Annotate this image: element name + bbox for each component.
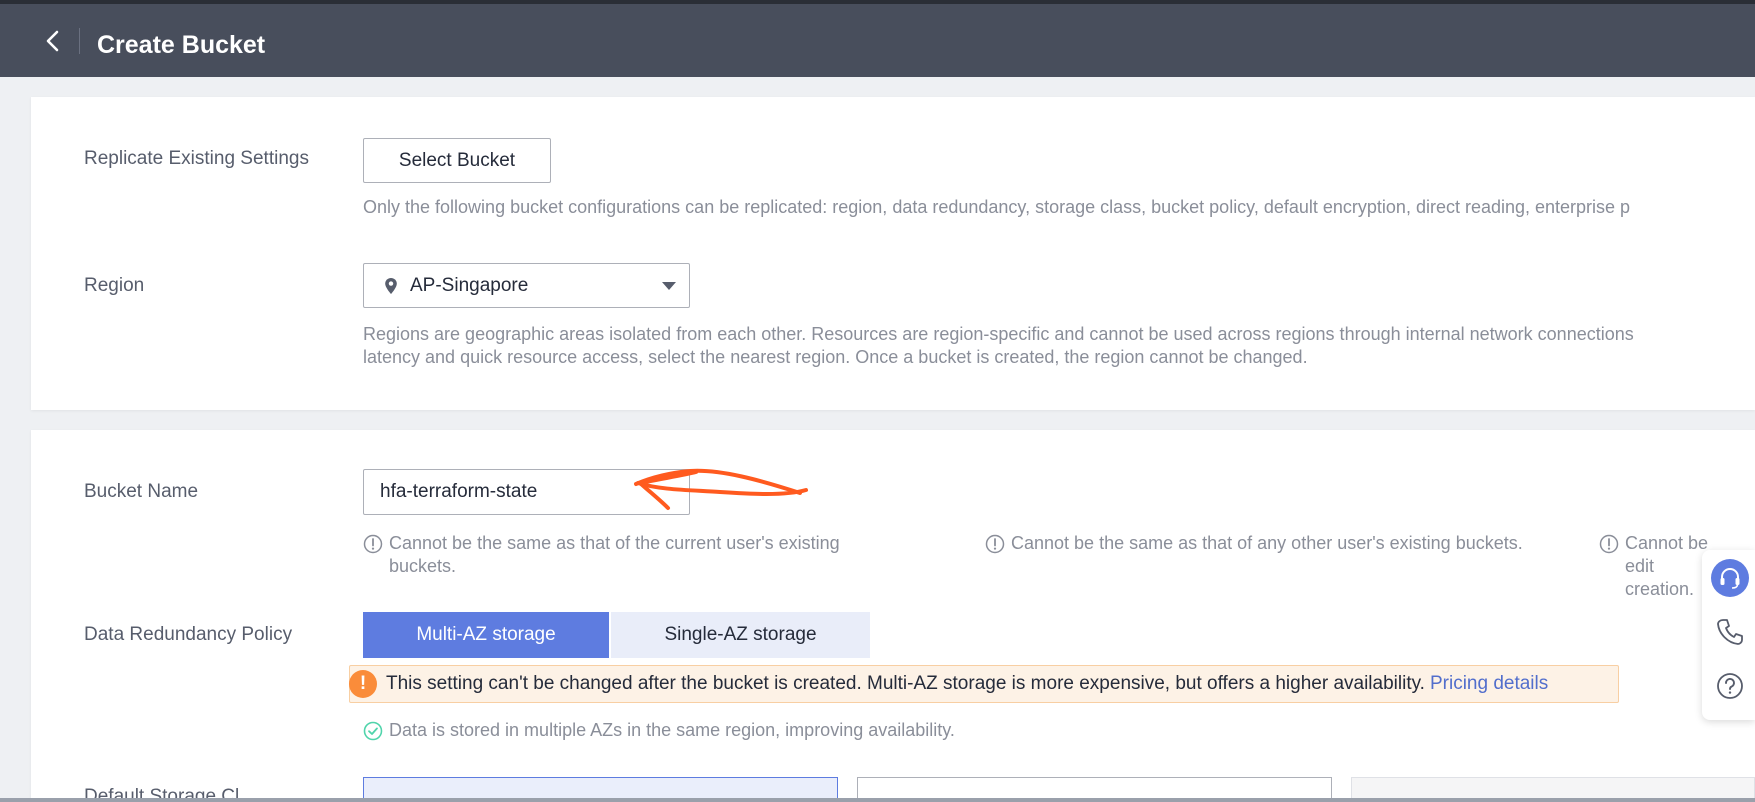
info-text: Data is stored in multiple AZs in the sa… xyxy=(389,720,955,740)
page-title: Create Bucket xyxy=(97,31,266,59)
bucket-name-rule-1: Cannot be the same as that of the curren… xyxy=(363,532,903,578)
bottom-scrollbar[interactable] xyxy=(0,798,1755,802)
replicate-hint: Only the following bucket configurations… xyxy=(363,197,1631,217)
floating-help-panel xyxy=(1702,550,1755,720)
region-hint-line2: latency and quick resource access, selec… xyxy=(363,347,1308,367)
rule-text: Cannot be edit creation. xyxy=(1625,533,1709,599)
info-circle-icon xyxy=(1599,534,1619,554)
select-bucket-button[interactable]: Select Bucket xyxy=(363,138,551,183)
multi-az-option[interactable]: Multi-AZ storage xyxy=(363,612,609,658)
replicate-label: Replicate Existing Settings xyxy=(84,148,309,169)
warning-icon: ! xyxy=(349,670,377,698)
help-button[interactable] xyxy=(1710,666,1750,706)
redundancy-label: Data Redundancy Policy xyxy=(84,624,293,645)
region-select[interactable]: AP-Singapore xyxy=(363,263,690,308)
redundancy-info: Data is stored in multiple AZs in the sa… xyxy=(363,720,955,741)
help-icon xyxy=(1717,673,1743,699)
single-az-option[interactable]: Single-AZ storage xyxy=(611,612,870,658)
headset-icon xyxy=(1711,559,1749,597)
bucket-name-rule-3: Cannot be edit creation. xyxy=(1599,532,1709,601)
customer-service-button[interactable] xyxy=(1710,558,1750,598)
region-value: AP-Singapore xyxy=(410,274,529,296)
rule-text: Cannot be the same as that of any other … xyxy=(1011,533,1523,553)
chevron-down-icon xyxy=(662,282,676,290)
chevron-left-icon xyxy=(46,30,59,52)
header-divider xyxy=(79,28,80,54)
warning-text: This setting can't be changed after the … xyxy=(386,673,1425,694)
rule-text: Cannot be the same as that of the curren… xyxy=(389,533,840,576)
location-pin-icon xyxy=(385,277,397,294)
check-circle-icon xyxy=(363,721,383,740)
redundancy-warning: This setting can't be changed after the … xyxy=(349,665,1619,703)
bucket-name-input[interactable] xyxy=(363,469,690,515)
page-header: Create Bucket xyxy=(0,4,1755,77)
info-circle-icon xyxy=(363,534,383,554)
phone-icon xyxy=(1717,619,1743,645)
back-button[interactable] xyxy=(38,26,68,56)
region-hint-line1: Regions are geographic areas isolated fr… xyxy=(363,324,1634,344)
bucket-name-label: Bucket Name xyxy=(84,481,199,502)
info-circle-icon xyxy=(985,534,1005,554)
bucket-config-card xyxy=(31,430,1755,802)
region-label: Region xyxy=(84,275,145,296)
contact-phone-button[interactable] xyxy=(1710,612,1750,652)
pricing-details-link[interactable]: Pricing details xyxy=(1430,673,1548,695)
bucket-name-rule-2: Cannot be the same as that of any other … xyxy=(985,532,1525,555)
